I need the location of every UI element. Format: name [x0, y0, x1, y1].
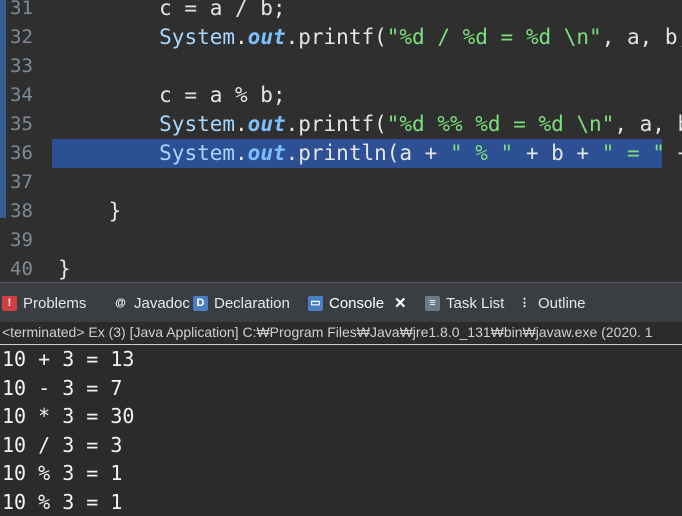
view-tab-bar: ! Problems @ Javadoc D Declaration ▭ Console ✕ ≡ T… [0, 282, 682, 323]
code-line[interactable]: 39 [0, 226, 682, 255]
tab-label: Task List [446, 294, 505, 312]
code-token: c = a % b; [58, 83, 286, 107]
tab-javadoc[interactable]: @ Javadoc [113, 283, 190, 323]
tab-label: Console [329, 294, 385, 312]
code-token: .printf( [285, 25, 387, 49]
code-line[interactable]: 38 } [0, 197, 682, 226]
task-list-icon: ≡ [425, 295, 440, 311]
code-line[interactable]: 32 System.out.printf("%d / %d = %d \n", … [0, 23, 682, 52]
console-line: 10 - 3 = 7 [2, 375, 123, 400]
line-number: 40 [10, 258, 33, 280]
code-token: out [247, 112, 286, 136]
tab-label: Outline [538, 294, 586, 312]
code-line[interactable]: 31 c = a / b; [0, 0, 682, 23]
code-text: System.out.printf("%d / %d = %d \n", a, … [58, 23, 682, 52]
code-token: System [159, 25, 236, 49]
code-token: + b + [513, 141, 602, 165]
code-token: + c); [665, 141, 682, 165]
code-token: " = " [601, 141, 665, 165]
javadoc-icon: @ [113, 295, 128, 311]
code-line[interactable]: 37 [0, 168, 682, 197]
code-line[interactable]: 40} [0, 255, 682, 282]
code-line[interactable]: 33 [0, 52, 682, 81]
console-status-bar: <terminated> Ex (3) [Java Application] C… [0, 322, 682, 345]
code-line[interactable]: 36 System.out.println(a + " % " + b + " … [0, 139, 682, 168]
line-number: 38 [10, 200, 33, 222]
tab-label: Problems [23, 294, 87, 312]
code-token: , a, b, c); [614, 112, 682, 136]
code-token: } [58, 257, 71, 281]
line-number: 33 [10, 55, 33, 77]
code-token: . [235, 141, 248, 165]
code-text: System.out.println(a + " % " + b + " = "… [58, 139, 682, 168]
code-text: } [58, 197, 122, 226]
code-token: " % " [449, 141, 514, 165]
code-token: "%d / %d = %d \n" [386, 25, 602, 49]
console-icon: ▭ [308, 295, 323, 311]
code-token: . [235, 112, 248, 136]
code-line[interactable]: 35 System.out.printf("%d %% %d = %d \n",… [0, 110, 682, 139]
console-line: 10 + 3 = 13 [2, 347, 135, 371]
console-line: 10 * 3 = 30 [2, 404, 135, 428]
code-token: out [247, 25, 286, 49]
line-number: 32 [10, 26, 33, 48]
tab-problems[interactable]: ! Problems [2, 283, 86, 323]
line-number: 39 [10, 229, 33, 251]
declaration-icon: D [193, 295, 208, 311]
problems-icon: ! [2, 295, 17, 311]
code-token: System [159, 141, 236, 165]
tab-console[interactable]: ▭ Console ✕ [308, 283, 407, 323]
outline-icon: ⋮ [517, 295, 532, 311]
code-line[interactable]: 34 c = a % b; [0, 81, 682, 110]
code-text: System.out.printf("%d %% %d = %d \n", a,… [58, 110, 682, 139]
code-text: c = a % b; [58, 81, 286, 110]
code-token: . [235, 25, 248, 49]
code-token: } [58, 199, 122, 223]
code-token: "%d %% %d = %d \n" [386, 112, 615, 136]
code-token: System [159, 112, 236, 136]
line-number: 31 [10, 0, 33, 19]
code-text: } [58, 255, 71, 282]
line-number: 37 [10, 171, 33, 193]
line-number: 35 [10, 113, 33, 135]
console-line: 10 % 3 = 1 [2, 461, 123, 485]
console-line: 10 / 3 = 3 [2, 432, 123, 457]
code-token: out [247, 141, 286, 165]
tab-label: Javadoc [134, 294, 190, 312]
code-token: .println(a + [285, 141, 450, 165]
code-token: .printf( [285, 112, 387, 136]
tab-declaration[interactable]: D Declaration [193, 283, 290, 323]
code-editor[interactable]: 31 c = a / b; 32 System.out.printf("%d / … [0, 0, 682, 282]
code-token: c = a / b; [58, 0, 286, 20]
tab-outline[interactable]: ⋮ Outline [517, 283, 586, 323]
console-output[interactable]: 10 + 3 = 13 10 - 3 = 7 10 * 3 = 30 10 / 3 =… [0, 345, 682, 514]
line-number: 36 [10, 142, 33, 164]
close-icon[interactable]: ✕ [394, 294, 407, 312]
console-process-label: <terminated> Ex (3) [Java Application] C… [2, 324, 653, 340]
tab-task-list[interactable]: ≡ Task List [425, 283, 504, 323]
code-text: c = a / b; [58, 0, 286, 23]
console-line: 10 % 3 = 1 [2, 489, 123, 514]
tab-label: Declaration [214, 294, 290, 312]
code-token: , a, b, c); [601, 25, 682, 49]
line-number: 34 [10, 84, 33, 106]
